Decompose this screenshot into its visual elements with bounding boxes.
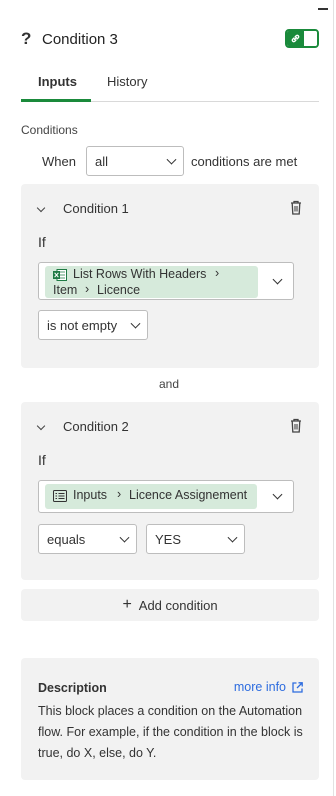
- excel-icon: [53, 269, 67, 281]
- operator-value: equals: [47, 531, 86, 547]
- condition-title: Condition 1: [63, 201, 129, 216]
- condition-title: Condition 2: [63, 419, 129, 434]
- when-row: When all conditions are met: [42, 146, 297, 176]
- chevron-right-icon: ›: [117, 487, 122, 501]
- description-title: Description: [38, 681, 107, 695]
- trash-icon[interactable]: [290, 200, 302, 215]
- value-text: YES: [155, 531, 182, 547]
- when-label: When: [42, 153, 76, 169]
- value-select[interactable]: YES: [146, 524, 245, 554]
- question-mark-icon: ?: [21, 29, 32, 48]
- chevron-down-icon: [272, 489, 283, 500]
- operand-select[interactable]: List Rows With Headers › Item › Licence: [38, 262, 294, 300]
- chevron-down-icon: [272, 274, 283, 285]
- match-mode-select[interactable]: all: [85, 146, 184, 176]
- more-info-label: more info: [233, 680, 286, 694]
- match-mode-value: all: [94, 153, 108, 169]
- chevron-down-icon: [166, 154, 177, 165]
- minimize-icon[interactable]: [318, 8, 328, 10]
- description-text: This block places a condition on the Aut…: [38, 704, 303, 760]
- if-label: If: [38, 452, 46, 468]
- condition-card-header[interactable]: Condition 2: [21, 402, 319, 450]
- chevron-down-icon: [119, 532, 130, 543]
- page-title: Condition 3: [42, 30, 118, 48]
- operand-chip[interactable]: Inputs › Licence Assignement: [45, 484, 257, 509]
- operand-select[interactable]: Inputs › Licence Assignement: [38, 480, 294, 513]
- chevron-right-icon: ›: [215, 266, 220, 280]
- plus-icon: +: [122, 596, 132, 613]
- chevron-down-icon: [227, 532, 238, 543]
- inputs-list-icon: [53, 490, 67, 502]
- chip-part: Licence: [97, 283, 141, 297]
- chip-part: List Rows With Headers: [73, 267, 207, 281]
- condition-panel: ? Condition 3 Inputs History Conditions …: [0, 0, 334, 796]
- tab-bar: Inputs History: [21, 66, 319, 102]
- condition-card-header[interactable]: Condition 1: [21, 184, 319, 232]
- operator-select[interactable]: equals: [38, 524, 137, 554]
- tab-history[interactable]: History: [107, 74, 147, 89]
- link-icon: [287, 31, 304, 46]
- panel-header: ? Condition 3: [21, 28, 319, 50]
- more-info-link[interactable]: more info: [234, 680, 303, 694]
- operator-value: is not empty: [47, 317, 118, 333]
- tab-inputs[interactable]: Inputs: [38, 74, 77, 89]
- operator-select[interactable]: is not empty: [38, 310, 148, 340]
- and-separator: and: [158, 377, 180, 391]
- condition-card-2: Condition 2 If Inputs › Licence Assignem…: [21, 402, 319, 580]
- chevron-right-icon: ›: [85, 282, 90, 296]
- active-tab-indicator: [21, 99, 91, 102]
- chip-part: Inputs: [73, 488, 108, 502]
- operand-chip[interactable]: List Rows With Headers › Item › Licence: [45, 266, 258, 298]
- external-link-icon: [292, 681, 303, 693]
- add-condition-button[interactable]: + Add condition: [21, 589, 319, 621]
- description-box: Description more info This block places …: [21, 658, 319, 780]
- when-suffix: conditions are met: [190, 153, 298, 169]
- collapse-chevron-icon[interactable]: [36, 421, 46, 431]
- conditions-label: Conditions: [21, 123, 78, 137]
- add-condition-label: Add condition: [138, 597, 218, 613]
- chip-part: Licence Assignement: [129, 488, 248, 502]
- chevron-down-icon: [130, 318, 141, 329]
- trash-icon[interactable]: [290, 418, 302, 433]
- if-label: If: [38, 234, 46, 250]
- chip-part: Item: [53, 283, 78, 297]
- enabled-toggle[interactable]: [285, 29, 319, 48]
- collapse-chevron-icon[interactable]: [36, 203, 46, 213]
- condition-card-1: Condition 1 If List Rows With Headers › …: [21, 184, 319, 368]
